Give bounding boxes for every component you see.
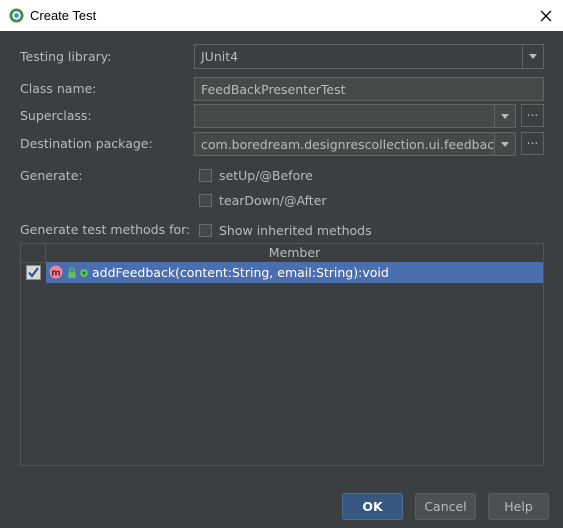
superclass-input[interactable] — [194, 104, 516, 128]
destination-package-value: com.boredream.designrescollection.ui.fee… — [201, 137, 502, 152]
testing-library-value: JUnit4 — [201, 49, 239, 64]
chevron-down-icon — [529, 54, 537, 59]
superclass-browse-button[interactable]: ... — [521, 104, 544, 127]
destination-package-input[interactable]: com.boredream.designrescollection.ui.fee… — [194, 132, 516, 156]
public-access-icon — [80, 269, 88, 277]
help-button[interactable]: Help — [488, 493, 549, 520]
dialog-title: Create Test — [30, 8, 97, 23]
teardown-checkbox[interactable] — [199, 194, 212, 207]
lock-icon — [68, 267, 76, 278]
class-name-field[interactable]: FeedBackPresenterTest — [194, 77, 544, 101]
member-column-header[interactable]: Member — [46, 245, 543, 260]
generate-label: Generate: — [20, 168, 83, 183]
superclass-label: Superclass: — [20, 108, 92, 123]
testing-library-select[interactable]: JUnit4 — [194, 44, 544, 69]
member-signature: addFeedback(content:String, email:String… — [92, 265, 389, 280]
setup-label: setUp/@Before — [219, 168, 313, 183]
table-row[interactable]: m addFeedback(content:String, email:Stri… — [21, 262, 543, 283]
cancel-button[interactable]: Cancel — [415, 493, 476, 520]
destination-dropdown-arrow[interactable] — [494, 133, 515, 155]
class-name-label: Class name: — [20, 81, 97, 96]
ok-button[interactable]: OK — [342, 493, 403, 520]
destination-package-label: Destination package: — [20, 136, 153, 151]
chevron-down-icon — [501, 142, 509, 147]
members-table: Member m addFeedback(content:String, ema… — [20, 243, 544, 466]
member-checkbox[interactable] — [26, 265, 41, 280]
methods-for-label: Generate test methods for: — [20, 222, 191, 237]
create-test-dialog: Create Test Testing library: JUnit4 Clas… — [0, 0, 563, 528]
chevron-down-icon — [501, 114, 509, 119]
title-bar: Create Test — [0, 0, 563, 31]
testing-library-label: Testing library: — [20, 49, 112, 64]
show-inherited-label: Show inherited methods — [219, 223, 372, 238]
close-icon[interactable] — [536, 6, 556, 26]
dropdown-arrow[interactable] — [522, 45, 543, 68]
method-icon: m — [49, 265, 63, 279]
setup-checkbox[interactable] — [199, 169, 212, 182]
superclass-dropdown-arrow[interactable] — [494, 105, 515, 127]
show-inherited-checkbox[interactable] — [199, 224, 212, 237]
teardown-label: tearDown/@After — [219, 193, 327, 208]
table-header: Member — [21, 244, 543, 263]
svg-text:m: m — [51, 269, 60, 279]
destination-browse-button[interactable]: ... — [521, 132, 544, 155]
android-studio-icon — [9, 8, 24, 23]
checkmark-icon — [28, 267, 39, 278]
